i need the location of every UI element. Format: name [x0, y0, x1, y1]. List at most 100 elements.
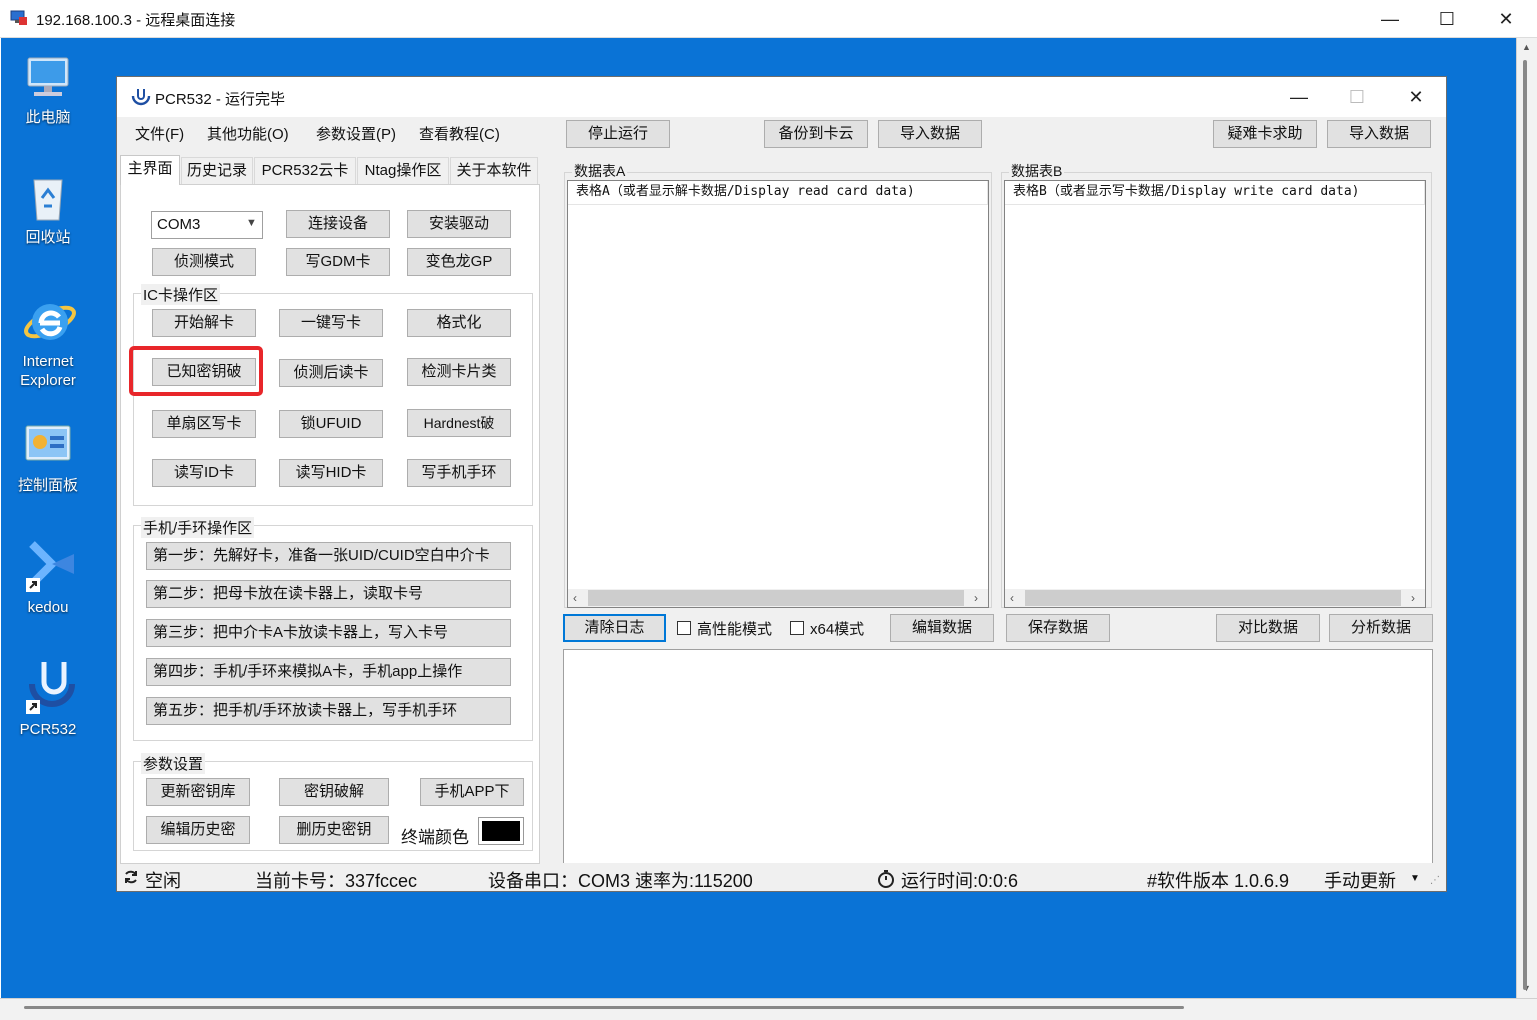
known-key-crack-button[interactable]: 已知密钥破 [152, 358, 256, 386]
params-group-label: 参数设置 [141, 753, 206, 774]
write-phone-band-button[interactable]: 写手机手环 [407, 459, 511, 487]
connect-device-button[interactable]: 连接设备 [286, 210, 390, 238]
terminal-color-fill [482, 821, 520, 841]
desktop-icon-label: 控制面板 [17, 477, 78, 494]
desktop-icon-control-panel[interactable]: 控制面板 [0, 420, 96, 495]
desktop-icon-label: kedou [27, 599, 69, 616]
menu-file[interactable]: 文件(F) [135, 123, 184, 144]
app-titlebar: PCR532 - 运行完毕 — ☐ ✕ [117, 77, 1446, 117]
status-card-number: 当前卡号：337fccec [255, 871, 418, 891]
scroll-up-icon[interactable]: ▲ [1522, 42, 1531, 52]
table-b-listview[interactable]: 表格B（或者显示写卡数据/Display write card data) ‹ … [1004, 180, 1426, 608]
app-window-title: PCR532 - 运行完毕 [155, 91, 286, 108]
terminal-color-label: 终端颜色 [401, 828, 469, 847]
desktop-icon-this-pc[interactable]: 此电脑 [0, 52, 96, 127]
computer-icon [22, 52, 74, 104]
edit-data-button[interactable]: 编辑数据 [890, 614, 994, 642]
read-write-hid-button[interactable]: 读写HID卡 [279, 459, 383, 487]
app-minimize-button[interactable]: — [1283, 84, 1315, 110]
desktop-icon-label: Internet Explorer [20, 353, 76, 389]
key-crack-button[interactable]: 密钥破解 [279, 778, 389, 806]
backup-to-cloud-button[interactable]: 备份到卡云 [764, 120, 868, 148]
delete-history-keys-button[interactable]: 删历史密钥 [279, 816, 389, 844]
tab-main[interactable]: 主界面 [120, 155, 180, 185]
kedou-icon [22, 536, 74, 594]
read-write-id-button[interactable]: 读写ID卡 [152, 459, 256, 487]
menu-tutorials[interactable]: 查看教程(C) [419, 123, 500, 144]
tab-about[interactable]: 关于本软件 [450, 157, 538, 184]
status-state: 空闲 [145, 871, 181, 891]
save-data-button[interactable]: 保存数据 [1006, 614, 1110, 642]
rdp-minimize-button[interactable]: — [1374, 6, 1406, 32]
read-after-detect-button[interactable]: 侦测后读卡 [279, 359, 383, 387]
table-b-hscroll-thumb[interactable] [1025, 590, 1401, 606]
stop-run-button[interactable]: 停止运行 [566, 120, 670, 148]
step-4-button[interactable]: 第四步：手机/手环来模拟A卡，手机app上操作 [146, 658, 511, 686]
chevron-down-icon: ▼ [246, 217, 257, 229]
desktop-icon-recycle-bin[interactable]: 回收站 [0, 172, 96, 247]
table-b-hscrollbar[interactable]: ‹ › [1005, 589, 1425, 607]
scroll-right-icon[interactable]: › [974, 591, 978, 605]
ic-card-group-label: IC卡操作区 [141, 284, 221, 305]
x64-mode-checkbox[interactable] [790, 621, 804, 635]
step-1-button[interactable]: 第一步：先解好卡，准备一张UID/CUID空白中介卡 [146, 542, 511, 570]
table-a-column-header[interactable]: 表格A（或者显示解卡数据/Display read card data) [568, 181, 988, 205]
edit-history-keys-button[interactable]: 编辑历史密 [146, 816, 250, 844]
rdp-maximize-button[interactable]: ☐ [1431, 6, 1463, 32]
format-button[interactable]: 格式化 [407, 309, 511, 337]
com-port-select[interactable]: COM3 ▼ [151, 211, 263, 239]
app-close-button[interactable]: ✕ [1400, 84, 1432, 110]
update-key-library-button[interactable]: 更新密钥库 [146, 778, 250, 806]
step-2-button[interactable]: 第二步：把母卡放在读卡器上，读取卡号 [146, 580, 511, 608]
tab-pcr532-cloud[interactable]: PCR532云卡 [254, 157, 356, 184]
resize-grip-icon[interactable]: ⋰ [1430, 875, 1440, 886]
one-click-write-button[interactable]: 一键写卡 [279, 309, 383, 337]
dropdown-arrow-icon[interactable]: ▼ [1410, 873, 1420, 884]
high-performance-checkbox[interactable] [677, 621, 691, 635]
table-a-listview[interactable]: 表格A（或者显示解卡数据/Display read card data) ‹ › [567, 180, 989, 608]
table-a-hscrollbar[interactable]: ‹ › [568, 589, 988, 607]
refresh-icon [123, 869, 139, 885]
hardnest-crack-button[interactable]: Hardnest破 [407, 409, 511, 437]
table-a-hscroll-thumb[interactable] [588, 590, 964, 606]
terminal-color-swatch[interactable] [478, 817, 524, 845]
menu-other-functions[interactable]: 其他功能(O) [207, 123, 289, 144]
scroll-left-icon[interactable]: ‹ [573, 591, 577, 605]
desktop-icon-kedou[interactable]: kedou [0, 536, 96, 617]
scroll-left-icon[interactable]: ‹ [1010, 591, 1014, 605]
install-driver-button[interactable]: 安装驱动 [407, 210, 511, 238]
log-output-area[interactable] [563, 649, 1433, 863]
compare-data-button[interactable]: 对比数据 [1216, 614, 1320, 642]
lock-ufuid-button[interactable]: 锁UFUID [279, 410, 383, 438]
step-5-button[interactable]: 第五步：把手机/手环放读卡器上，写手机手环 [146, 697, 511, 725]
detect-card-type-button[interactable]: 检测卡片类 [407, 358, 511, 386]
start-crack-button[interactable]: 开始解卡 [152, 309, 256, 337]
step-3-button[interactable]: 第三步：把中介卡A卡放读卡器上，写入卡号 [146, 619, 511, 647]
scroll-right-icon[interactable]: › [1411, 591, 1415, 605]
difficult-card-help-button[interactable]: 疑难卡求助 [1213, 120, 1317, 148]
desktop-icon-pcr532[interactable]: PCR532 [0, 656, 96, 739]
rdp-horizontal-scroll-thumb[interactable] [24, 1006, 1184, 1009]
manual-update-dropdown[interactable]: 手动更新 [1324, 867, 1396, 893]
clear-log-button[interactable]: 清除日志 [563, 614, 666, 642]
write-gdm-button[interactable]: 写GDM卡 [286, 248, 390, 276]
rdp-close-button[interactable]: ✕ [1490, 6, 1522, 32]
import-data-button-2[interactable]: 导入数据 [1327, 120, 1431, 148]
rdp-horizontal-scrollbar[interactable] [0, 998, 1537, 1020]
rdp-vertical-scroll-thumb[interactable] [1523, 60, 1527, 990]
tab-ntag[interactable]: Ntag操作区 [357, 157, 449, 184]
single-sector-write-button[interactable]: 单扇区写卡 [152, 410, 256, 438]
menu-parameter-settings[interactable]: 参数设置(P) [316, 123, 396, 144]
app-maximize-button[interactable]: ☐ [1341, 84, 1373, 110]
desktop-icon-label: 此电脑 [25, 109, 71, 126]
desktop-icon-internet-explorer[interactable]: Internet Explorer [0, 294, 96, 390]
import-data-button[interactable]: 导入数据 [878, 120, 982, 148]
phone-app-download-button[interactable]: 手机APP下 [420, 778, 524, 806]
tab-history[interactable]: 历史记录 [181, 157, 253, 184]
analyze-data-button[interactable]: 分析数据 [1329, 614, 1433, 642]
control-panel-icon [22, 420, 74, 472]
table-a-group-label: 数据表A [572, 161, 628, 181]
chameleon-gp-button[interactable]: 变色龙GP [407, 248, 511, 276]
detect-mode-button[interactable]: 侦测模式 [152, 248, 256, 276]
table-b-column-header[interactable]: 表格B（或者显示写卡数据/Display write card data) [1005, 181, 1425, 205]
